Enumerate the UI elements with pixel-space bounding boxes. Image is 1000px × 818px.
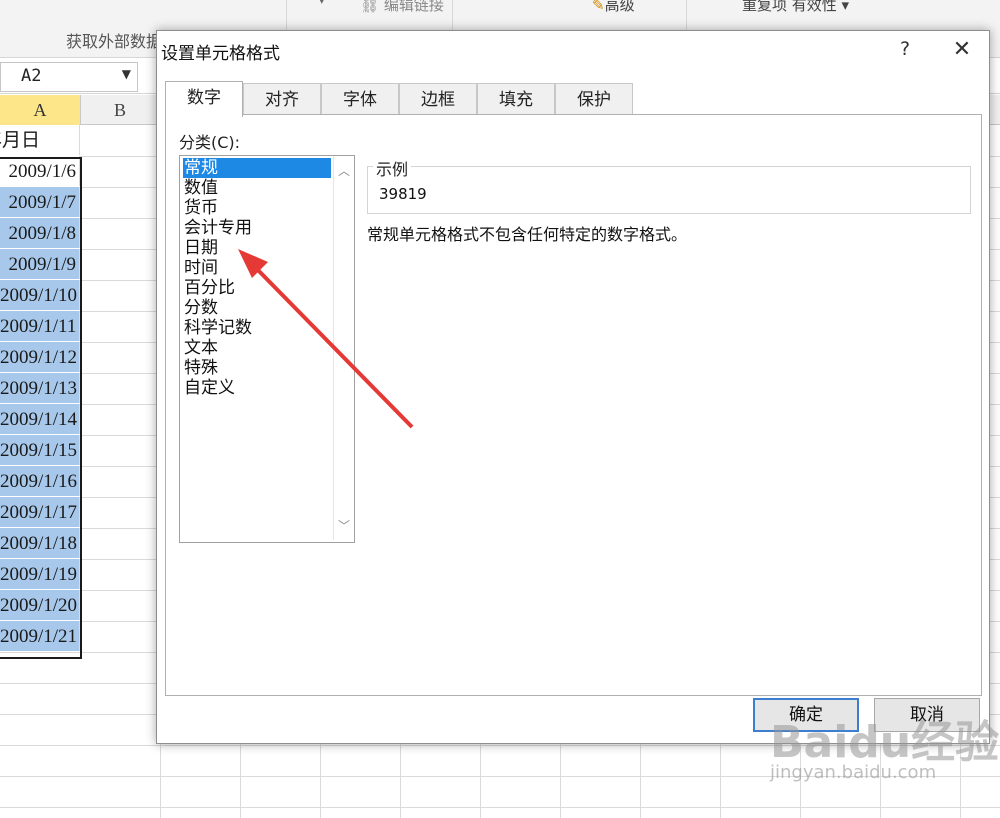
dedupe-validate-label: 重复项 有效性 [742,0,837,14]
category-scrollbar[interactable]: ︿ ﹀ [333,156,354,540]
tab-border[interactable]: 边框 [399,83,477,115]
category-item-fraction[interactable]: 分数 [183,298,331,318]
name-box-value: A2 [21,66,42,86]
watermark-url: jingyan.baidu.com [770,762,937,783]
category-item-text[interactable]: 文本 [183,338,331,358]
sample-group [367,166,971,214]
column-header-b[interactable]: B [80,95,161,125]
category-label: 分类(C): [179,133,241,152]
advanced-filter-button[interactable]: ✎高级 [592,0,635,15]
data-tools-button[interactable]: 重复项 有效性 ▾ [742,0,849,15]
sample-value: 39819 [379,185,427,203]
selection-border [0,157,82,659]
tab-number[interactable]: 数字 [165,81,243,117]
category-item-percentage[interactable]: 百分比 [183,278,331,298]
sample-label: 示例 [373,156,412,180]
tab-fill[interactable]: 填充 [477,83,555,115]
tab-alignment[interactable]: 对齐 [243,83,321,115]
category-item-general[interactable]: 常规 [183,158,331,178]
tab-strip: 数字 对齐 字体 边框 填充 保护 [165,81,975,117]
tab-font[interactable]: 字体 [321,83,399,115]
category-item-number[interactable]: 数值 [183,178,331,198]
link-icon: ⛓ [360,0,380,14]
filter-pencil-icon: ✎ [592,0,605,14]
advanced-label: 高级 [604,0,635,14]
format-description: 常规单元格格式不包含任何特定的数字格式。 [367,225,688,244]
ribbon-dropdown-icon[interactable]: ▾ [318,0,326,8]
category-item-accounting[interactable]: 会计专用 [183,218,331,238]
category-item-special[interactable]: 特殊 [183,358,331,378]
help-button[interactable]: ? [891,35,919,63]
cell-a1[interactable]: 年月日 [0,125,80,155]
edit-links-button[interactable]: ⛓ 编辑链接 [360,0,444,15]
category-item-currency[interactable]: 货币 [183,198,331,218]
get-external-data-group: 获取外部数据 [66,32,163,51]
category-list[interactable]: 常规 数值 货币 会计专用 日期 时间 百分比 分数 科学记数 文本 特殊 自定… [179,155,355,543]
close-button[interactable]: ✕ [947,35,977,65]
tab-protection[interactable]: 保护 [555,83,633,115]
category-item-custom[interactable]: 自定义 [183,378,331,398]
chevron-down-icon[interactable]: ﹀ [338,517,350,534]
category-item-date[interactable]: 日期 [183,238,331,258]
column-header-a[interactable]: A [0,95,81,125]
watermark-brand: Baidu经验 [770,717,1000,768]
category-item-scientific[interactable]: 科学记数 [183,318,331,338]
baidu-watermark: Baidu经验 jingyan.baidu.com [770,706,999,796]
dialog-title: 设置单元格格式 [161,44,280,64]
edit-links-label: 编辑链接 [383,0,444,14]
category-item-time[interactable]: 时间 [183,258,331,278]
chevron-down-icon[interactable]: ▼ [122,67,131,81]
name-box[interactable]: A2 ▼ [0,62,138,92]
chevron-up-icon[interactable]: ︿ [338,162,350,179]
format-cells-dialog: 设置单元格格式 ? ✕ 数字 对齐 字体 边框 填充 保护 分类(C): 常规 … [156,30,990,744]
